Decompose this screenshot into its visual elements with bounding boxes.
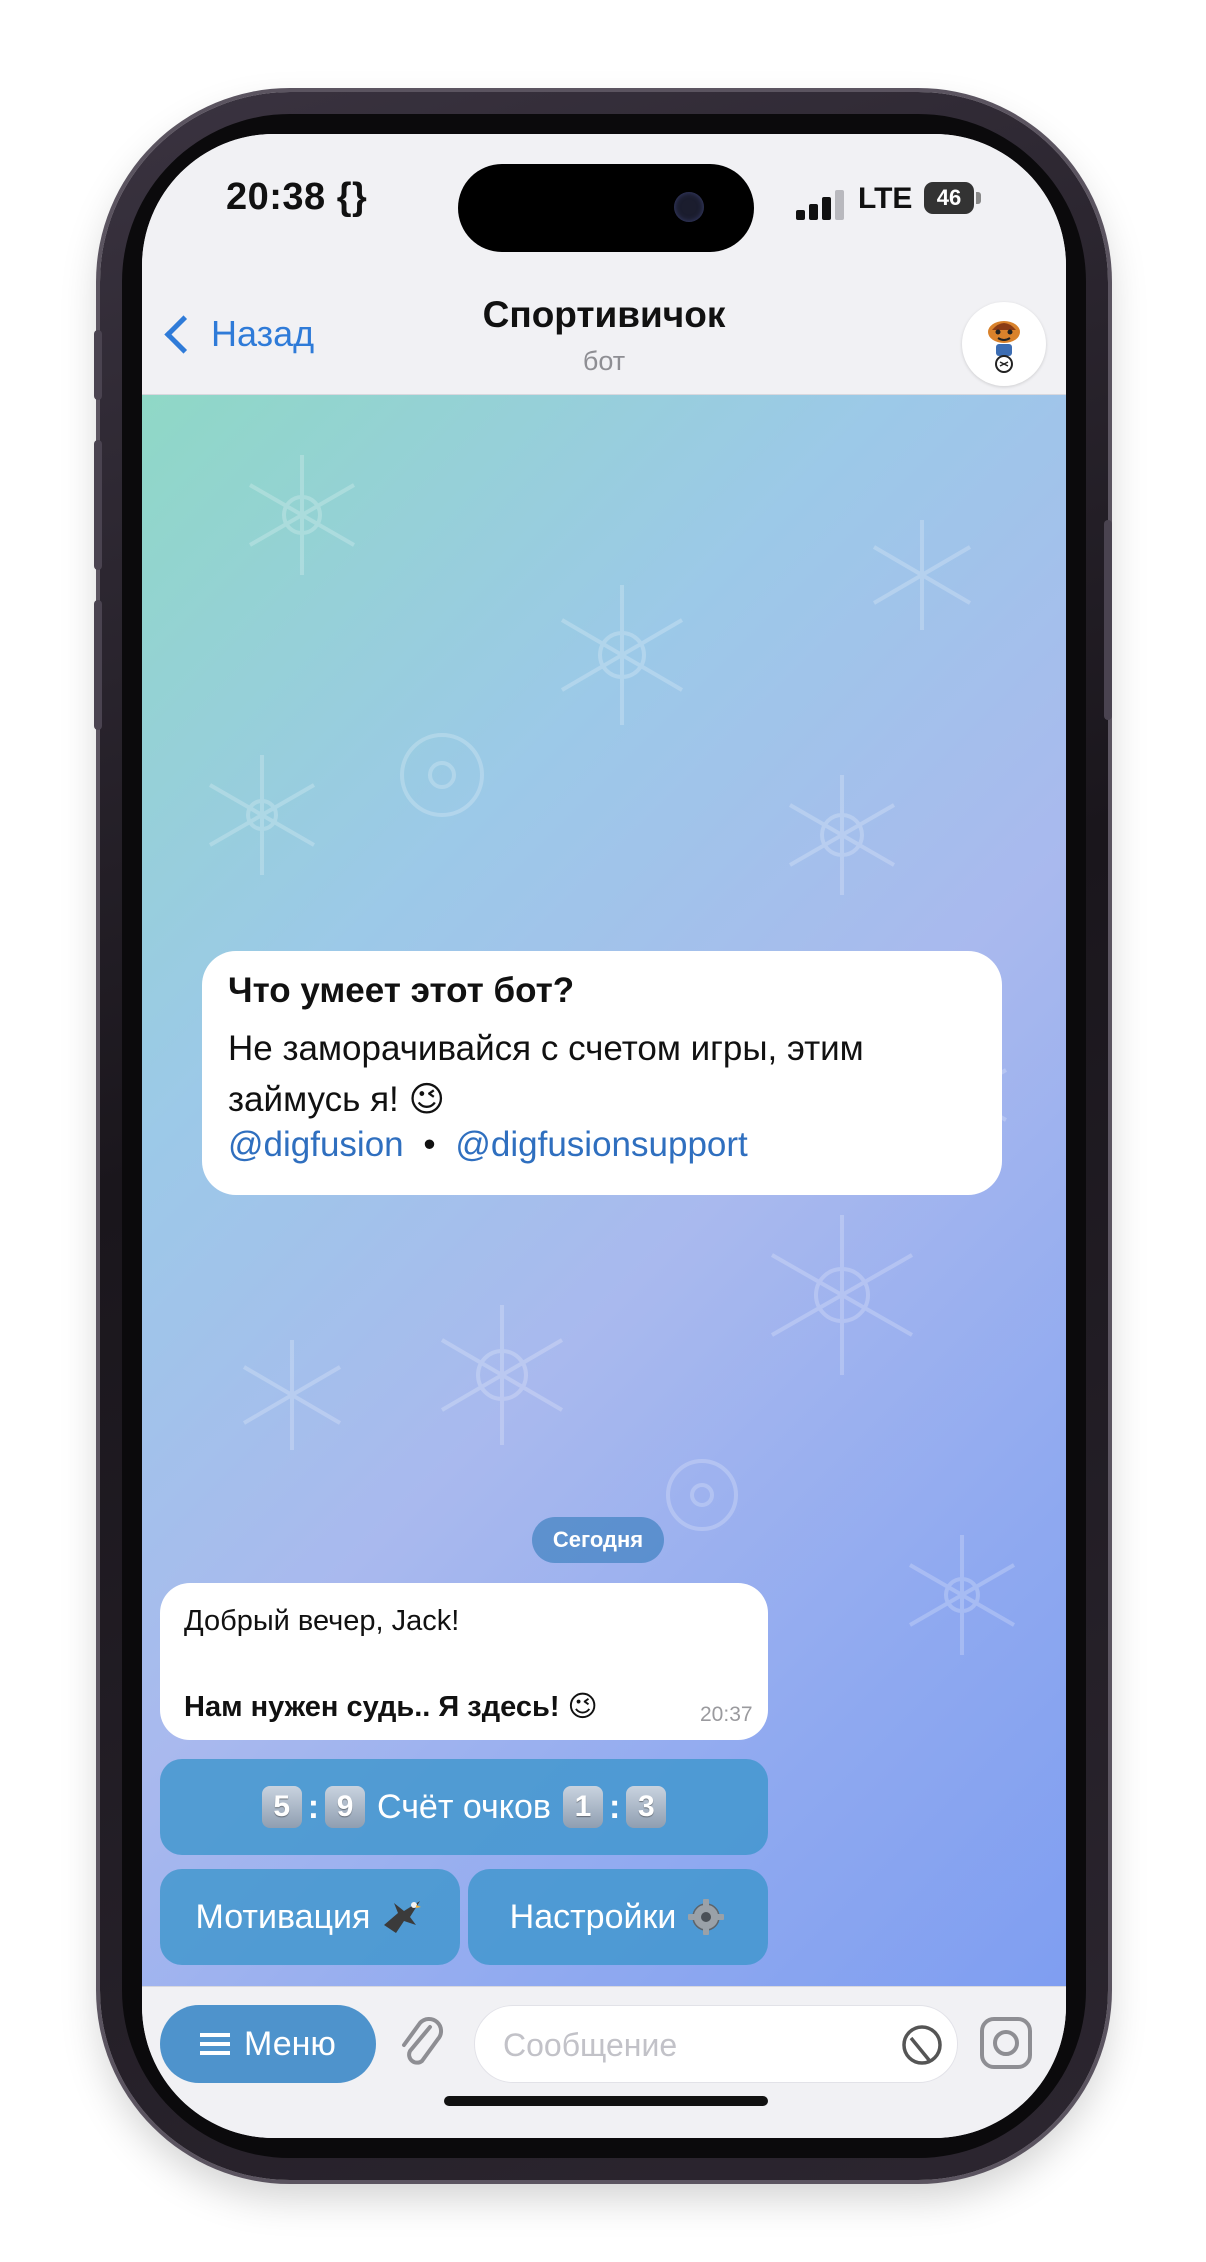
sticker-icon[interactable] xyxy=(899,2022,945,2068)
bot-description-title: Что умеет этот бот? xyxy=(228,971,575,1010)
volume-up-button xyxy=(94,440,102,570)
front-camera-icon xyxy=(674,192,704,222)
bot-links: @digfusion • @digfusionsupport xyxy=(228,1125,748,1165)
chat-title[interactable]: Спортивичок xyxy=(142,294,1066,336)
date-chip: Сегодня xyxy=(532,1517,664,1563)
action-button xyxy=(94,330,102,400)
battery-tip xyxy=(976,192,981,204)
signal-icon xyxy=(796,190,848,220)
status-bar: 20:38 {} LTE 46 xyxy=(142,134,1066,284)
chat-area[interactable]: Что умеет этот бот? Не заморачивайся с с… xyxy=(142,395,1066,1986)
keycap-digit: 1 xyxy=(562,1786,603,1828)
score-button-label: Счёт очков xyxy=(377,1787,551,1826)
menu-button[interactable]: Меню xyxy=(160,2005,376,2083)
phone-screen: 20:38 {} LTE 46 Назад Спортивичок бот Чт… xyxy=(142,134,1066,2138)
volume-down-button xyxy=(94,600,102,730)
bot-avatar-icon[interactable] xyxy=(962,302,1046,386)
hamburger-icon xyxy=(200,2033,231,2055)
score-separator: : xyxy=(307,1787,320,1826)
message-input[interactable] xyxy=(501,2006,885,2084)
paperclip-icon[interactable] xyxy=(394,2013,450,2077)
score-separator: : xyxy=(608,1787,621,1826)
settings-button[interactable]: Настройки xyxy=(468,1869,768,1965)
chat-header: Назад Спортивичок бот xyxy=(142,264,1066,395)
motivation-button-label: Мотивация xyxy=(195,1897,371,1936)
eagle-icon xyxy=(384,1901,422,1933)
chat-subtitle: бот xyxy=(582,346,626,376)
motivation-button[interactable]: Мотивация xyxy=(160,1869,460,1965)
home-indicator[interactable] xyxy=(444,2096,768,2106)
score-button[interactable]: 5 : 9 Счёт очков 1 : 3 xyxy=(160,1759,768,1855)
incoming-message[interactable]: Добрый вечер, Jack! Нам нужен судь.. Я з… xyxy=(160,1583,768,1740)
camera-icon[interactable] xyxy=(978,2015,1034,2071)
message-time: 20:37 xyxy=(700,1703,753,1726)
keycap-digit: 5 xyxy=(261,1786,302,1828)
link-digfusionsupport[interactable]: @digfusionsupport xyxy=(455,1125,747,1164)
input-bar: Меню xyxy=(142,1986,1066,2138)
bot-description-text: Не заморачивайся с счетом игры, этим зай… xyxy=(228,1029,864,1119)
status-time: 20:38 {} xyxy=(226,176,368,218)
battery-icon: 46 xyxy=(924,182,974,214)
gear-icon xyxy=(688,1899,725,1935)
power-button xyxy=(1104,520,1112,720)
message-line-1: Добрый вечер, Jack! xyxy=(184,1605,460,1637)
link-digfusion[interactable]: @digfusion xyxy=(228,1125,404,1164)
bot-description-card: Что умеет этот бот? Не заморачивайся с с… xyxy=(202,951,1002,1195)
keycap-digit: 3 xyxy=(626,1786,667,1828)
keycap-digit: 9 xyxy=(325,1786,366,1828)
dynamic-island xyxy=(458,164,754,252)
menu-button-label: Меню xyxy=(244,2024,336,2063)
network-type: LTE xyxy=(858,182,913,215)
message-input-container[interactable] xyxy=(474,2005,958,2084)
settings-button-label: Настройки xyxy=(509,1897,677,1936)
link-separator: • xyxy=(423,1125,436,1164)
message-line-2: Нам нужен судь.. Я здесь! 😉 xyxy=(184,1691,598,1723)
